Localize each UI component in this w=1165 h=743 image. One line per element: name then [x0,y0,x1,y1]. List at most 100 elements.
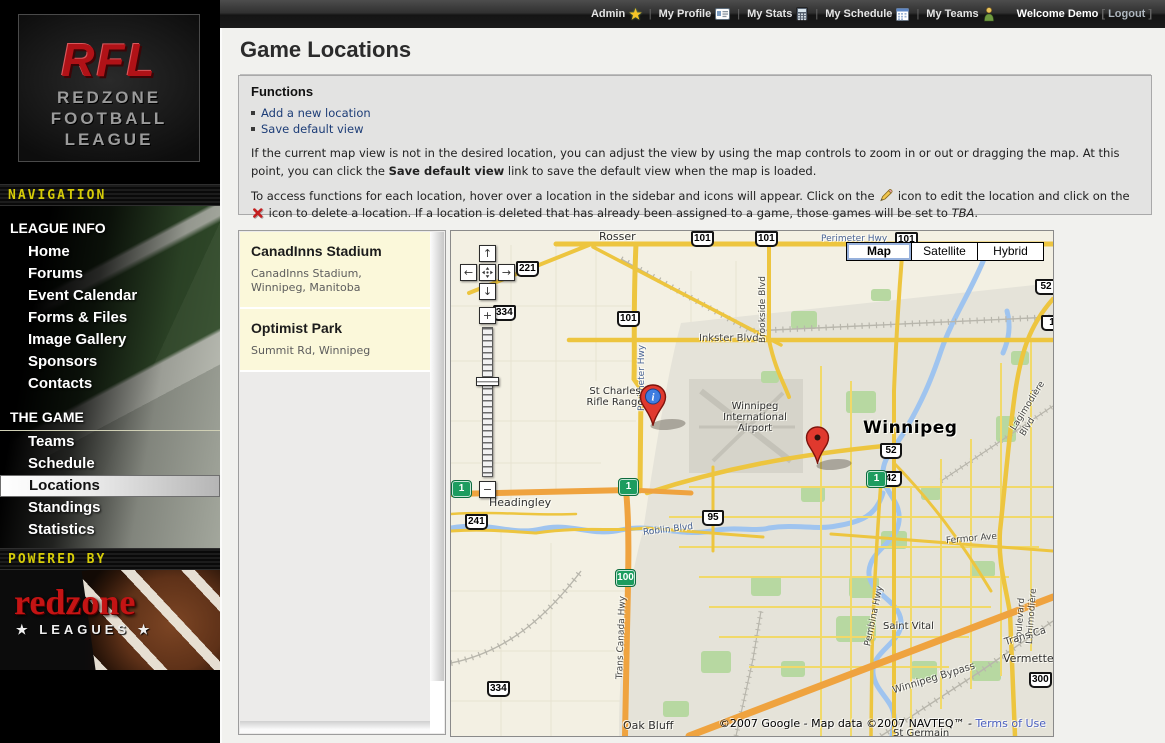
route-shield: 334 [493,305,516,321]
map-type-button-satellite[interactable]: Satellite [912,242,978,261]
zoom-slider-handle[interactable] [476,377,499,386]
route-shield: 101 [617,311,640,327]
location-name: Optimist Park [251,320,420,336]
map-type-switcher: Map Satellite Hybrid [846,242,1044,261]
sidebar-item-home[interactable]: Home [0,241,220,263]
vertical-scrollbar[interactable] [430,232,444,721]
edit-pencil-icon [879,189,893,202]
sidebar-item-locations[interactable]: Locations [0,475,220,497]
map-label: Inkster Blvd [699,333,759,344]
route-shield: 52 [1035,279,1054,295]
map-label: Saint Vital [883,621,934,632]
delete-x-icon [252,207,264,219]
redzone-logo-text: redzone [14,584,135,620]
trans-canada-shield: 100 [615,569,636,587]
main-content: Game Locations Functions Add a new locat… [220,28,1165,743]
route-shield: 300 [1029,672,1052,688]
page: Admin ★ | My Profile | My Stats | My Sch… [0,0,1165,743]
calendar-icon [896,7,909,21]
topbar-label-my-profile: My Profile [659,8,712,20]
route-shield: 241 [465,514,488,530]
map-label: Winnipeg International Airport [721,401,789,434]
topbar-separator: | [916,8,919,20]
route-shield: 221 [516,261,539,277]
sidebar-item-event-calendar[interactable]: Event Calendar [0,285,220,307]
map-type-button-map[interactable]: Map [846,242,912,261]
horizontal-scrollbar[interactable] [240,721,430,733]
instruction-text: To access functions for each location, h… [251,189,878,203]
map-label: Brookside Blvd [758,276,769,343]
sidebar-item-contacts[interactable]: Contacts [0,373,220,395]
sidebar-item-standings[interactable]: Standings [0,497,220,519]
bullet-icon [251,127,255,131]
trans-canada-shield: 1 [618,478,639,496]
sidebar-item-statistics[interactable]: Statistics [0,519,220,541]
instruction-bold-text: Save default view [389,164,505,178]
welcome-text: Welcome Demo [1017,8,1099,20]
league-logo: RFL REDZONE FOOTBALL LEAGUE [18,14,200,162]
tba-text: TBA [952,206,975,220]
pan-down-button[interactable]: ↓ [479,283,496,300]
topbar-label-my-stats: My Stats [747,8,792,20]
route-shield: 95 [702,510,724,526]
sidebar-item-forums[interactable]: Forums [0,263,220,285]
league-logo-acronym: RFL [19,33,199,87]
instructions-paragraph-1: If the current map view is not in the de… [251,145,1139,181]
league-info-list: Home Forums Event Calendar Forms & Files… [0,241,220,395]
section-header-league-info: LEAGUE INFO [0,214,220,241]
save-default-view-link[interactable]: Save default view [261,121,363,137]
topbar-separator: | [649,8,652,20]
terms-of-use-link[interactable]: Terms of Use [975,717,1046,730]
trans-canada-shield: 1 [866,470,887,488]
topbar-link-my-teams[interactable]: My Teams [926,7,994,22]
vertical-scrollbar-thumb[interactable] [430,681,444,721]
map-marker-info[interactable]: i [639,384,667,426]
zoom-slider-track[interactable] [482,327,493,477]
functions-links: Add a new location Save default view [251,105,1139,137]
map-label-winnipeg: Winnipeg [863,423,957,434]
map-roads-art [451,231,1053,736]
sidebar-item-schedule[interactable]: Schedule [0,453,220,475]
locations-panel: CanadInns Stadium CanadInns Stadium, Win… [238,230,446,735]
league-logo-line: REDZONE [19,87,199,108]
add-location-link[interactable]: Add a new location [261,105,371,121]
profile-card-icon [715,8,730,20]
location-card-optimist-park[interactable]: Optimist Park Summit Rd, Winnipeg [240,309,430,372]
topbar-link-my-profile[interactable]: My Profile [659,8,731,20]
topbar-separator: | [737,8,740,20]
instructions-paragraph-2: To access functions for each location, h… [251,188,1139,224]
location-address: CanadInns Stadium, Winnipeg, Manitoba [251,267,420,295]
instruction-text: . [974,206,978,220]
map-label: Rosser [599,231,636,242]
logout-link[interactable]: Logout [1108,8,1145,20]
pan-right-button[interactable]: → [498,264,515,281]
map-canvas[interactable]: Rosser Perimeter Hwy Perimeter Hwy Brook… [450,230,1054,737]
topbar-link-my-schedule[interactable]: My Schedule [825,7,909,21]
location-card-canadinns[interactable]: CanadInns Stadium CanadInns Stadium, Win… [240,232,430,309]
topbar: Admin ★ | My Profile | My Stats | My Sch… [220,0,1165,28]
pan-up-button[interactable]: ↑ [479,245,496,262]
topbar-label-my-teams: My Teams [926,8,978,20]
sidebar-item-teams[interactable]: Teams [0,431,220,453]
topbar-label-my-schedule: My Schedule [825,8,892,20]
zoom-out-button[interactable]: − [479,481,496,498]
the-game-list: Teams Schedule Locations Standings Stati… [0,431,220,541]
zoom-in-button[interactable]: + [479,307,496,324]
pan-left-button[interactable]: ← [460,264,477,281]
list-item: Add a new location [251,105,1139,121]
calculator-icon [796,7,808,21]
section-header-the-game: THE GAME [0,403,220,431]
map-type-button-hybrid[interactable]: Hybrid [978,242,1044,261]
instruction-text: icon to edit the location and click on t… [894,189,1129,203]
league-logo-line: FOOTBALL [19,108,199,129]
powered-by-banner: POWERED BY [0,548,220,570]
redzone-leagues-logo: redzone ★ LEAGUES ★ [0,570,220,670]
sidebar-item-forms-files[interactable]: Forms & Files [0,307,220,329]
topbar-link-admin[interactable]: Admin ★ [591,7,642,21]
topbar-link-my-stats[interactable]: My Stats [747,7,808,21]
map-marker-location[interactable] [805,426,830,464]
pan-center-button[interactable] [479,264,496,281]
copyright-text: ©2007 Google - Map data ©2007 NAVTEQ™ - [719,717,972,730]
sidebar-item-sponsors[interactable]: Sponsors [0,351,220,373]
sidebar-item-image-gallery[interactable]: Image Gallery [0,329,220,351]
